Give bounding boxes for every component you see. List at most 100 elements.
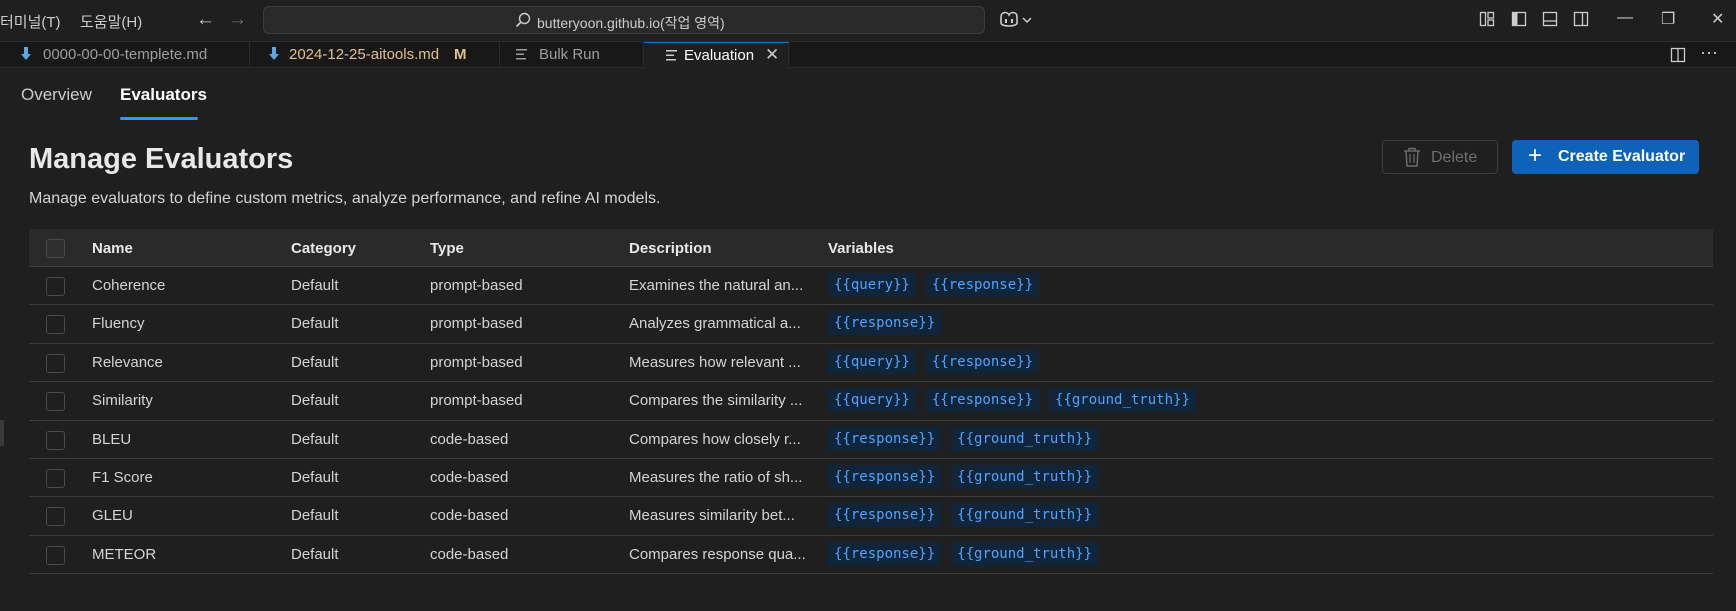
tab-label: Evaluation (684, 47, 755, 64)
more-actions-icon[interactable]: ··· (1700, 42, 1718, 63)
evaluator-type: code-based (430, 507, 509, 525)
evaluator-type: code-based (430, 468, 509, 486)
evaluator-description: Measures similarity bet... (629, 507, 795, 525)
variable-chip: {{query}} (828, 349, 916, 374)
column-header-description[interactable]: Description (629, 240, 809, 257)
select-all-checkbox[interactable] (46, 239, 65, 258)
evaluator-type: code-based (430, 545, 509, 563)
table-body: Coherence Default prompt-based Examines the… (29, 267, 1713, 575)
preview-icon (666, 50, 677, 61)
column-header-name[interactable]: Name (92, 240, 133, 257)
tab-bulk-run[interactable]: Bulk Run (500, 42, 644, 68)
close-tab-icon[interactable]: ✕ (765, 45, 779, 65)
sidebar-sash[interactable] (0, 420, 4, 446)
column-header-variables[interactable]: Variables (828, 240, 894, 257)
evaluator-category: Default (291, 430, 339, 448)
evaluator-variables: {{response}} {{ground_truth}} (828, 541, 1099, 566)
table-row[interactable]: Relevance Default prompt-based Measures how… (29, 344, 1713, 383)
row-checkbox[interactable] (46, 507, 65, 527)
delete-button-label: Delete (1431, 149, 1478, 166)
back-arrow-icon[interactable]: ← (196, 9, 215, 31)
tab-evaluation[interactable]: Evaluation ✕ (644, 42, 789, 68)
row-checkbox[interactable] (46, 392, 65, 412)
evaluator-name: Similarity (92, 392, 153, 410)
variable-chip: {{response}} (828, 503, 942, 528)
evaluator-description: Measures the ratio of sh... (629, 468, 803, 486)
row-checkbox[interactable] (46, 430, 65, 450)
row-checkbox[interactable] (46, 468, 65, 488)
table-row[interactable]: Coherence Default prompt-based Examines the… (29, 267, 1713, 306)
subtab-overview[interactable]: Overview (21, 85, 92, 105)
variable-chip: {{response}} (828, 464, 942, 489)
row-checkbox[interactable] (46, 277, 65, 296)
evaluator-variables: {{query}} {{response}} (828, 273, 1040, 297)
evaluator-name: GLEU (92, 507, 133, 525)
preview-icon (516, 49, 527, 60)
evaluator-category: Default (291, 468, 339, 486)
evaluator-name: Relevance (92, 353, 163, 371)
active-subtab-indicator (120, 117, 198, 120)
command-center-search[interactable]: butteryoon.github.io(작업 영역) (263, 6, 985, 34)
evaluators-table: Name Category Type Description Variables… (29, 229, 1713, 575)
evaluator-description: Compares response qua... (629, 545, 806, 563)
trash-icon (1404, 147, 1420, 167)
evaluator-description: Examines the natural an... (629, 277, 804, 294)
table-row[interactable]: Fluency Default prompt-based Analyzes gramm… (29, 305, 1713, 344)
evaluator-variables: {{response}} (828, 311, 942, 336)
variable-chip: {{query}} (828, 273, 916, 297)
table-row[interactable]: GLEU Default code-based Measures similarity… (29, 497, 1713, 536)
variable-chip: {{ground_truth}} (951, 503, 1099, 528)
search-text: butteryoon.github.io(작업 영역) (537, 15, 725, 31)
row-checkbox[interactable] (46, 315, 65, 335)
table-row[interactable]: F1 Score Default code-based Measures the ra… (29, 459, 1713, 498)
close-window-icon[interactable]: ✕ (1711, 9, 1724, 29)
split-editor-icon[interactable] (1670, 47, 1686, 63)
evaluator-variables: {{response}} {{ground_truth}} (828, 464, 1099, 489)
evaluator-type: prompt-based (430, 277, 523, 294)
table-row[interactable]: METEOR Default code-based Compares response… (29, 536, 1713, 575)
tab-aitools-md[interactable]: 2024-12-25-aitools.md M (250, 42, 500, 68)
variable-chip: {{ground_truth}} (951, 541, 1099, 566)
variable-chip: {{ground_truth}} (1049, 388, 1196, 413)
variable-chip: {{response}} (828, 426, 942, 451)
toggle-primary-sidebar-icon[interactable] (1511, 11, 1527, 27)
layout-customize-icon[interactable] (1479, 11, 1495, 27)
menu-terminal[interactable]: 터미널(T) (0, 11, 61, 32)
evaluator-variables: {{query}} {{response}} (828, 349, 1040, 374)
minimize-icon[interactable]: — (1617, 9, 1633, 27)
evaluator-type: prompt-based (430, 353, 523, 371)
create-evaluator-button[interactable]: + Create Evaluator (1512, 140, 1699, 174)
page-subtitle: Manage evaluators to define custom metri… (29, 190, 661, 207)
toggle-secondary-sidebar-icon[interactable] (1573, 11, 1589, 27)
forward-arrow-icon[interactable]: → (228, 9, 247, 31)
table-row[interactable]: Similarity Default prompt-based Compares th… (29, 382, 1713, 421)
table-row[interactable]: BLEU Default code-based Compares how closel… (29, 421, 1713, 459)
variable-chip: {{query}} (828, 388, 916, 413)
evaluator-category: Default (291, 545, 339, 563)
evaluator-description: Measures how relevant ... (629, 353, 801, 371)
menu-help[interactable]: 도움말(H) (80, 11, 142, 32)
variable-chip: {{response}} (925, 273, 1040, 297)
evaluator-description: Compares how closely r... (629, 430, 801, 448)
row-checkbox[interactable] (46, 353, 65, 373)
delete-button[interactable]: Delete (1382, 140, 1498, 174)
tab-label: 0000-00-00-templete.md (43, 46, 208, 63)
subtab-evaluators[interactable]: Evaluators (120, 85, 207, 105)
toggle-panel-icon[interactable] (1542, 11, 1558, 27)
create-evaluator-label: Create Evaluator (1558, 148, 1686, 165)
tab-label: 2024-12-25-aitools.md (289, 46, 440, 63)
restore-icon[interactable]: ❐ (1661, 9, 1675, 29)
evaluator-name: BLEU (92, 430, 132, 448)
column-header-category[interactable]: Category (291, 240, 356, 257)
tab-templete-md[interactable]: 0000-00-00-templete.md (0, 42, 250, 68)
row-checkbox[interactable] (46, 545, 65, 565)
variable-chip: {{ground_truth}} (951, 464, 1099, 489)
variable-chip: {{response}} (925, 349, 1040, 374)
column-header-type[interactable]: Type (430, 240, 464, 257)
evaluator-variables: {{response}} {{ground_truth}} (828, 426, 1099, 451)
evaluator-category: Default (291, 392, 339, 410)
evaluator-category: Default (291, 277, 339, 294)
copilot-icon[interactable] (998, 10, 1034, 35)
page-title: Manage Evaluators (29, 143, 294, 175)
evaluator-category: Default (291, 353, 339, 371)
